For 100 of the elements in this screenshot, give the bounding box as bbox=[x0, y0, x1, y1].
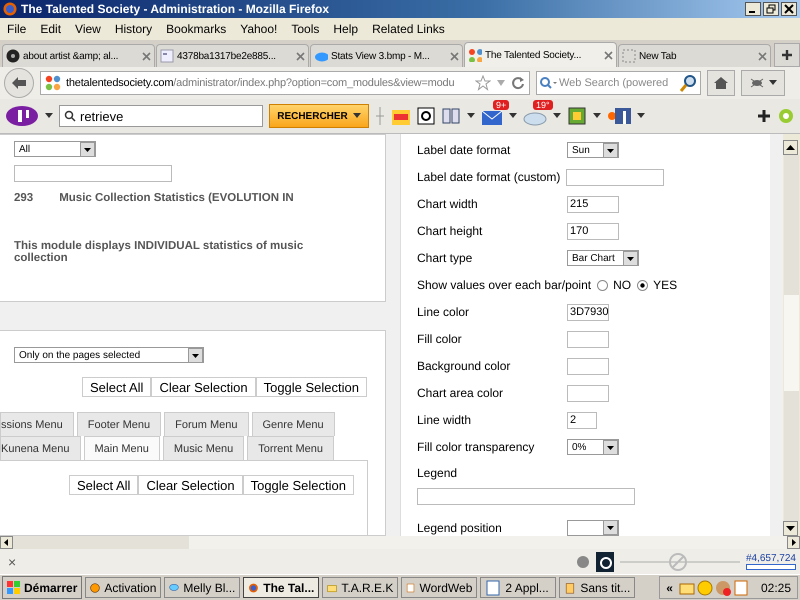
dropdown[interactable] bbox=[567, 520, 619, 536]
taskbar-button[interactable]: Activation bbox=[85, 577, 162, 598]
dropdown-icon[interactable] bbox=[593, 113, 601, 119]
taskbar-button[interactable]: WordWeb bbox=[401, 577, 478, 598]
text-field[interactable]: 215 bbox=[567, 196, 619, 213]
search-icon bbox=[64, 110, 76, 122]
horizontal-scrollbar[interactable] bbox=[0, 536, 800, 549]
minimize-icon[interactable] bbox=[745, 2, 761, 16]
text-field[interactable] bbox=[417, 488, 635, 504]
browser-tab[interactable]: The Talented Society... bbox=[464, 42, 617, 67]
dropdown-icon[interactable] bbox=[467, 113, 475, 119]
menu-tab[interactable]: Genre Menu bbox=[252, 412, 335, 436]
close-button[interactable]: × bbox=[8, 554, 16, 570]
action-button[interactable]: Select All bbox=[68, 475, 138, 495]
browser-tab[interactable]: New Tab bbox=[618, 44, 771, 67]
taskbar-button[interactable]: T.A.R.E.K bbox=[322, 577, 398, 598]
dropdown[interactable]: 0% bbox=[567, 439, 619, 456]
dropdown-icon[interactable] bbox=[45, 113, 53, 119]
document-icon[interactable] bbox=[732, 580, 749, 596]
close-icon[interactable] bbox=[781, 2, 797, 16]
back-button[interactable] bbox=[4, 68, 34, 98]
menu-item[interactable]: Edit bbox=[40, 22, 62, 36]
book-icon[interactable] bbox=[441, 106, 461, 126]
menu-tab[interactable]: Music Menu bbox=[162, 436, 244, 460]
radio-button[interactable] bbox=[597, 280, 608, 291]
menu-item[interactable]: History bbox=[114, 22, 152, 36]
star-icon[interactable] bbox=[475, 75, 491, 91]
menu-tab[interactable]: Torrent Menu bbox=[247, 436, 334, 460]
menu-item[interactable]: Tools bbox=[291, 22, 320, 36]
plus-icon[interactable] bbox=[757, 109, 771, 123]
scroll-down-icon[interactable] bbox=[783, 521, 798, 536]
reload-icon[interactable] bbox=[511, 76, 525, 90]
radio-button[interactable] bbox=[637, 280, 648, 291]
menu-tab[interactable]: Forum Menu bbox=[164, 412, 248, 436]
action-button[interactable]: Toggle Selection bbox=[256, 377, 367, 397]
menu-tab[interactable]: Main Menu bbox=[84, 436, 160, 460]
dropdown-icon[interactable] bbox=[637, 113, 645, 119]
action-button[interactable]: Clear Selection bbox=[138, 475, 243, 495]
scroll-up-icon[interactable] bbox=[783, 140, 798, 155]
dropdown-icon[interactable] bbox=[553, 113, 561, 119]
text-field[interactable]: 3D7930 bbox=[567, 304, 609, 321]
restore-icon[interactable] bbox=[763, 2, 779, 16]
text-field[interactable] bbox=[14, 165, 172, 182]
menu-tab[interactable]: ssions Menu bbox=[0, 412, 74, 436]
menu-item[interactable]: View bbox=[75, 22, 101, 36]
address-field[interactable]: thetalentedsociety.com/administrator/index.php?option=com_modules&view=modu bbox=[40, 71, 530, 95]
taskbar-button[interactable]: The Tal... bbox=[243, 577, 320, 598]
action-button[interactable]: Toggle Selection bbox=[242, 475, 354, 495]
filter-dropdown[interactable]: All bbox=[14, 141, 96, 157]
menu-item[interactable]: Related Links bbox=[372, 22, 445, 36]
weather-badge: 19° bbox=[533, 100, 553, 110]
assignment-dropdown[interactable]: Only on the pages selected bbox=[14, 347, 204, 363]
field-label: Background color bbox=[417, 359, 512, 374]
home-button[interactable] bbox=[707, 70, 735, 96]
field-label: Fill color transparency bbox=[417, 440, 536, 454]
browser-tab[interactable]: 4378ba1317be2e885... bbox=[156, 44, 309, 67]
menu-tab[interactable]: Footer Menu bbox=[76, 412, 162, 436]
web-search-field[interactable]: Web Search (powered bbox=[536, 71, 701, 95]
info-icon[interactable] bbox=[576, 554, 590, 568]
browser-tab[interactable]: about artist &amp; al... bbox=[2, 44, 155, 67]
menu-item[interactable]: File bbox=[7, 22, 26, 36]
new-tab-button[interactable] bbox=[774, 43, 800, 67]
menu-tab[interactable]: Kunena Menu bbox=[0, 436, 80, 460]
text-field[interactable]: 170 bbox=[567, 222, 619, 240]
favicon-icon bbox=[468, 48, 482, 62]
tray-expand-button[interactable]: « bbox=[666, 580, 673, 594]
menu-item[interactable]: Yahoo! bbox=[240, 22, 278, 36]
text-field[interactable] bbox=[567, 358, 609, 375]
dropdown-icon[interactable] bbox=[509, 113, 517, 119]
slider-icon[interactable] bbox=[620, 552, 740, 572]
field-label: Chart width bbox=[417, 197, 479, 212]
text-field[interactable]: 2 bbox=[567, 412, 597, 429]
taskbar-button[interactable]: Melly Bl... bbox=[164, 577, 240, 598]
addon-button[interactable] bbox=[741, 70, 785, 96]
search-button[interactable]: RECHERCHER bbox=[269, 104, 369, 128]
taskbar-button[interactable]: 2 Appl... bbox=[480, 577, 556, 598]
field-label: Show values over each bar/point bbox=[417, 278, 592, 292]
module-description: This module displays INDIVIDUAL statistics of music collection bbox=[14, 240, 304, 264]
taskbar-button[interactable]: Sans tit... bbox=[559, 577, 636, 598]
start-button[interactable]: Démarrer bbox=[2, 576, 82, 599]
menu-item[interactable]: Help bbox=[333, 22, 358, 36]
text-field[interactable] bbox=[567, 330, 609, 348]
browser-tab[interactable]: Stats View 3.bmp - M... bbox=[310, 44, 463, 67]
logo-icon[interactable] bbox=[5, 105, 39, 127]
field-label: Fill color bbox=[417, 332, 463, 346]
dropdown[interactable]: Sun bbox=[567, 142, 619, 158]
action-button[interactable]: Select All bbox=[82, 377, 152, 397]
text-field[interactable] bbox=[567, 384, 609, 402]
text-field[interactable] bbox=[566, 168, 664, 186]
network-icon[interactable] bbox=[714, 580, 731, 596]
vertical-scrollbar[interactable] bbox=[783, 134, 800, 536]
scroll-right-icon[interactable] bbox=[787, 536, 800, 549]
toolbar-search-field[interactable]: retrieve bbox=[59, 105, 263, 127]
dropdown[interactable]: Bar Chart bbox=[567, 250, 639, 266]
favicon-icon bbox=[160, 49, 174, 63]
smiley-icon[interactable] bbox=[696, 580, 713, 596]
search-icon[interactable] bbox=[680, 74, 698, 92]
menu-item[interactable]: Bookmarks bbox=[166, 22, 226, 36]
action-button[interactable]: Clear Selection bbox=[151, 377, 256, 397]
scroll-left-icon[interactable] bbox=[0, 536, 13, 549]
